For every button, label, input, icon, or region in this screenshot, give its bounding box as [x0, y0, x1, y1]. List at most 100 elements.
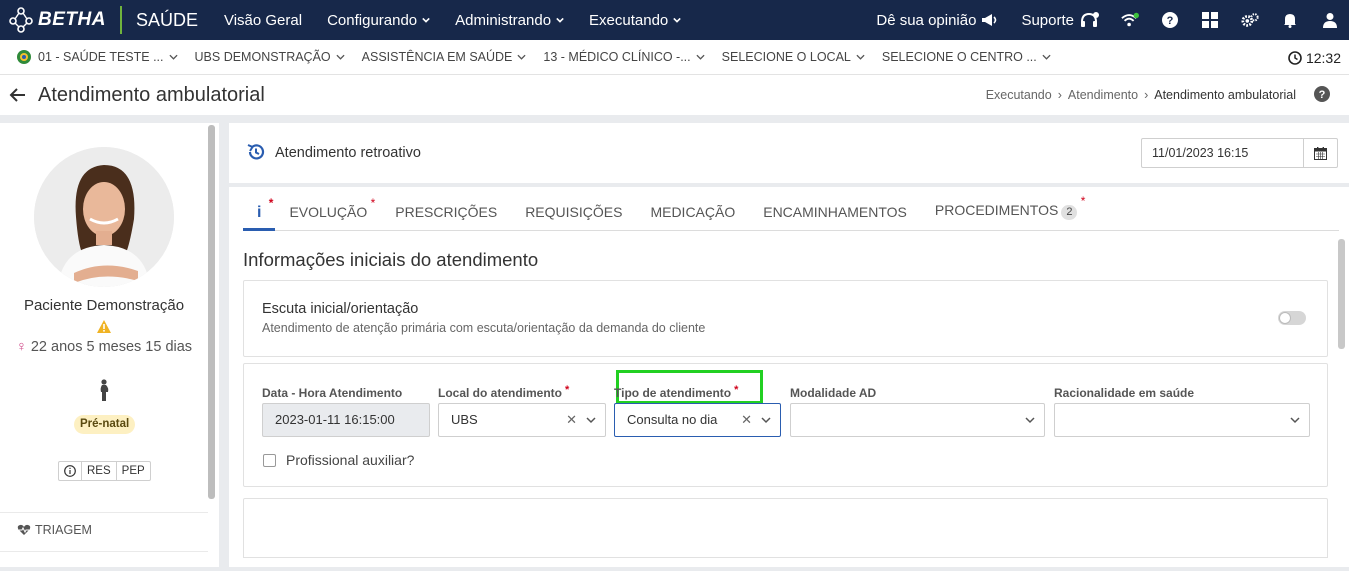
data-hora-field: 2023-01-11 16:15:00: [262, 403, 430, 437]
retroactive-datetime-input[interactable]: 11/01/2023 16:15: [1141, 138, 1338, 168]
calendar-button[interactable]: [1303, 139, 1337, 167]
required-marker: *: [734, 384, 739, 396]
betha-logo[interactable]: BETHA: [8, 0, 106, 40]
context-profissional-select[interactable]: 13 - MÉDICO CLÍNICO -...: [543, 50, 705, 64]
svg-text:?: ?: [1319, 89, 1326, 101]
toggle-knob: [1279, 312, 1291, 324]
nav-executando-label: Executando: [589, 11, 669, 29]
app-name[interactable]: SAÚDE: [136, 10, 198, 31]
help-icon[interactable]: ?: [1161, 11, 1179, 29]
grid-apps-icon[interactable]: [1201, 11, 1219, 29]
context-local-label: SELECIONE O LOCAL: [721, 50, 851, 64]
context-local-select[interactable]: SELECIONE O LOCAL: [722, 50, 865, 64]
divider: [0, 512, 208, 513]
racionalidade-label-text: Racionalidade em saúde: [1054, 386, 1195, 400]
profissional-auxiliar-checkbox[interactable]: Profissional auxiliar?: [263, 452, 414, 468]
patient-age-text: 22 anos 5 meses 15 dias: [30, 339, 193, 355]
tab-informacoes[interactable]: i *: [243, 196, 276, 231]
clock: 12:32: [1288, 40, 1341, 75]
svg-text:?: ?: [1167, 15, 1174, 27]
chevron-down-icon: [761, 417, 771, 424]
chevron-down-icon: [336, 54, 345, 60]
chevron-down-icon: [1025, 417, 1035, 424]
retroactive-card: Atendimento retroativo 11/01/2023 16:15: [229, 123, 1349, 183]
required-marker: *: [1080, 194, 1086, 208]
context-assistencia-select[interactable]: ASSISTÊNCIA EM SAÚDE: [362, 50, 527, 64]
attendance-tabs: i * EVOLUÇÃO * PRESCRIÇÕES REQUISIÇÕES MED…: [243, 187, 1339, 231]
nav-executando[interactable]: Executando: [589, 11, 682, 29]
breadcrumb-item-atendimento[interactable]: Atendimento: [1068, 88, 1138, 102]
tab-requisicoes[interactable]: REQUISIÇÕES: [511, 204, 636, 230]
tab-medicacao-label: MEDICAÇÃO: [650, 204, 736, 220]
context-unidade-select[interactable]: UBS DEMONSTRAÇÃO: [195, 50, 345, 64]
left-panel-scrollbar[interactable]: [208, 125, 215, 499]
checkbox-box[interactable]: [263, 453, 276, 467]
context-unidade-label: UBS DEMONSTRAÇÃO: [194, 50, 331, 64]
clock-icon: [1288, 50, 1302, 65]
history-icon: [247, 144, 265, 160]
local-select[interactable]: UBS ✕: [438, 403, 606, 437]
main-scrollbar[interactable]: [1338, 239, 1345, 349]
support-button[interactable]: Suporte: [1021, 11, 1099, 29]
clear-icon[interactable]: ✕: [741, 404, 752, 436]
megaphone-icon: [982, 14, 997, 26]
tab-procedimentos[interactable]: PROCEDIMENTOS 2 *: [921, 194, 1092, 230]
context-centro-select[interactable]: SELECIONE O CENTRO ...: [882, 50, 1051, 64]
tab-medicacao[interactable]: MEDICAÇÃO: [636, 204, 749, 230]
modalidade-select[interactable]: [790, 403, 1045, 437]
nav-visao-geral[interactable]: Visão Geral: [224, 12, 302, 29]
chevron-down-icon: [673, 17, 682, 23]
profissional-auxiliar-label: Profissional auxiliar?: [286, 452, 415, 468]
tab-encaminhamentos[interactable]: ENCAMINHAMENTOS: [749, 204, 921, 230]
info-circle-icon: [64, 465, 76, 477]
prenatal-badge: Pré-natal: [74, 415, 136, 434]
tab-evolucao[interactable]: EVOLUÇÃO *: [275, 196, 381, 230]
arrow-left-icon[interactable]: [8, 85, 28, 105]
tab-procedimentos-label: PROCEDIMENTOS: [934, 202, 1059, 218]
nav-administrando[interactable]: Administrando: [455, 12, 564, 29]
tipo-label: Tipo de atendimento *: [614, 384, 739, 400]
triage-label: TRIAGEM: [35, 523, 92, 537]
retroactive-datetime-value[interactable]: 11/01/2023 16:15: [1142, 139, 1303, 167]
context-profissional-label: 13 - MÉDICO CLÍNICO -...: [543, 50, 691, 64]
escuta-inicial-title: Escuta inicial/orientação: [262, 301, 419, 317]
racionalidade-select[interactable]: [1054, 403, 1310, 437]
divider: [0, 551, 208, 552]
feedback-button[interactable]: Dê sua opinião: [876, 12, 999, 29]
pep-button[interactable]: PEP: [117, 462, 150, 480]
wifi-icon[interactable]: [1121, 11, 1139, 29]
nav-configurando[interactable]: Configurando: [327, 12, 430, 29]
tipo-atendimento-select[interactable]: Consulta no dia ✕: [614, 403, 781, 437]
clear-icon[interactable]: ✕: [566, 404, 577, 436]
user-icon[interactable]: [1321, 11, 1339, 29]
gears-icon[interactable]: [1241, 11, 1259, 29]
res-button[interactable]: RES: [82, 462, 117, 480]
heartbeat-icon: [17, 524, 31, 535]
bell-icon[interactable]: [1281, 11, 1299, 29]
triage-section-header[interactable]: TRIAGEM: [17, 523, 92, 537]
nav-visao-geral-label: Visão Geral: [223, 11, 303, 29]
breadcrumb: Executando › Atendimento › Atendimento a…: [986, 75, 1296, 115]
breadcrumb-item-executando[interactable]: Executando: [986, 88, 1052, 102]
tipo-value: Consulta no dia: [627, 412, 718, 427]
tab-prescricoes[interactable]: PRESCRIÇÕES: [381, 204, 511, 230]
help-circle-icon[interactable]: ?: [1314, 86, 1330, 102]
chevron-down-icon: [1042, 54, 1051, 60]
chevron-down-icon: [696, 54, 705, 60]
data-hora-label-text: Data - Hora Atendimento: [262, 386, 403, 400]
headset-icon: [1081, 12, 1099, 27]
context-centro-label: SELECIONE O CENTRO ...: [881, 50, 1037, 64]
context-entidade-label: 01 - SAÚDE TESTE ...: [38, 50, 164, 64]
data-hora-label: Data - Hora Atendimento: [262, 386, 402, 400]
chevron-down-icon: [1290, 417, 1300, 424]
feedback-label: Dê sua opinião: [876, 11, 977, 29]
info-button[interactable]: [59, 462, 82, 480]
context-entidade-select[interactable]: 01 - SAÚDE TESTE ...: [16, 49, 178, 65]
warning-icon[interactable]: [97, 320, 111, 333]
escuta-inicial-toggle[interactable]: [1278, 311, 1306, 325]
bottom-strip: [0, 567, 1349, 571]
required-marker: *: [370, 196, 376, 210]
local-value: UBS: [451, 412, 478, 427]
tab-evolucao-label: EVOLUÇÃO: [289, 204, 368, 220]
local-label: Local do atendimento *: [438, 384, 569, 400]
